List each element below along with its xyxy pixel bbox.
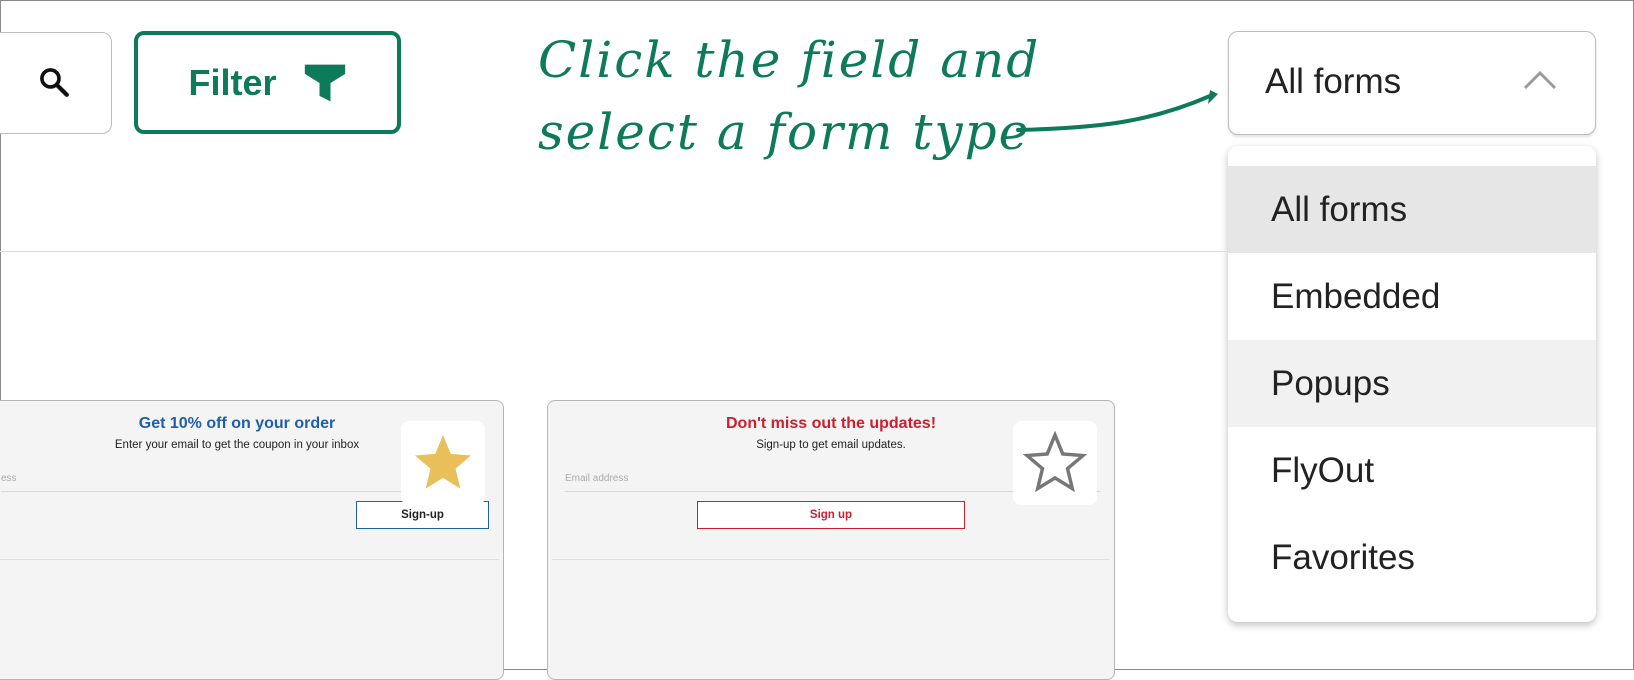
search-icon bbox=[40, 68, 69, 97]
option-all-forms[interactable]: All forms bbox=[1228, 166, 1596, 253]
form-type-select-value: All forms bbox=[1265, 62, 1402, 101]
form-type-select[interactable]: All forms bbox=[1228, 31, 1596, 135]
favorite-toggle[interactable] bbox=[401, 421, 485, 505]
filter-button-label: Filter bbox=[188, 61, 277, 103]
star-filled-icon bbox=[415, 435, 471, 489]
signup-button[interactable]: Sign-up bbox=[356, 501, 489, 529]
option-flyout[interactable]: FlyOut bbox=[1228, 427, 1596, 514]
option-favorites[interactable]: Favorites bbox=[1228, 514, 1596, 601]
form-card[interactable]: Don't miss out the updates! Sign-up to g… bbox=[547, 400, 1115, 680]
star-outline-icon bbox=[1023, 431, 1087, 493]
chevron-up-icon bbox=[1523, 70, 1557, 90]
arrow-icon bbox=[1016, 90, 1218, 132]
option-popups[interactable]: Popups bbox=[1228, 340, 1596, 427]
form-type-dropdown: All forms Embedded Popups FlyOut Favorit… bbox=[1228, 146, 1596, 622]
funnel-icon bbox=[304, 64, 345, 101]
card-divider bbox=[0, 559, 499, 560]
filter-button[interactable]: Filter bbox=[134, 31, 401, 134]
card-divider bbox=[552, 559, 1110, 560]
instruction-annotation: Click the field and select a form type bbox=[538, 24, 1041, 168]
signup-button[interactable]: Sign up bbox=[697, 501, 965, 529]
annotation-line-1: Click the field and bbox=[538, 31, 1041, 89]
section-divider bbox=[0, 251, 1228, 252]
email-field[interactable]: ess bbox=[1, 473, 461, 492]
form-card[interactable]: Get 10% off on your order Enter your ema… bbox=[0, 400, 504, 680]
search-button[interactable] bbox=[0, 32, 112, 134]
annotation-line-2: select a form type bbox=[538, 103, 1031, 161]
option-embedded[interactable]: Embedded bbox=[1228, 253, 1596, 340]
favorite-toggle[interactable] bbox=[1013, 421, 1097, 505]
